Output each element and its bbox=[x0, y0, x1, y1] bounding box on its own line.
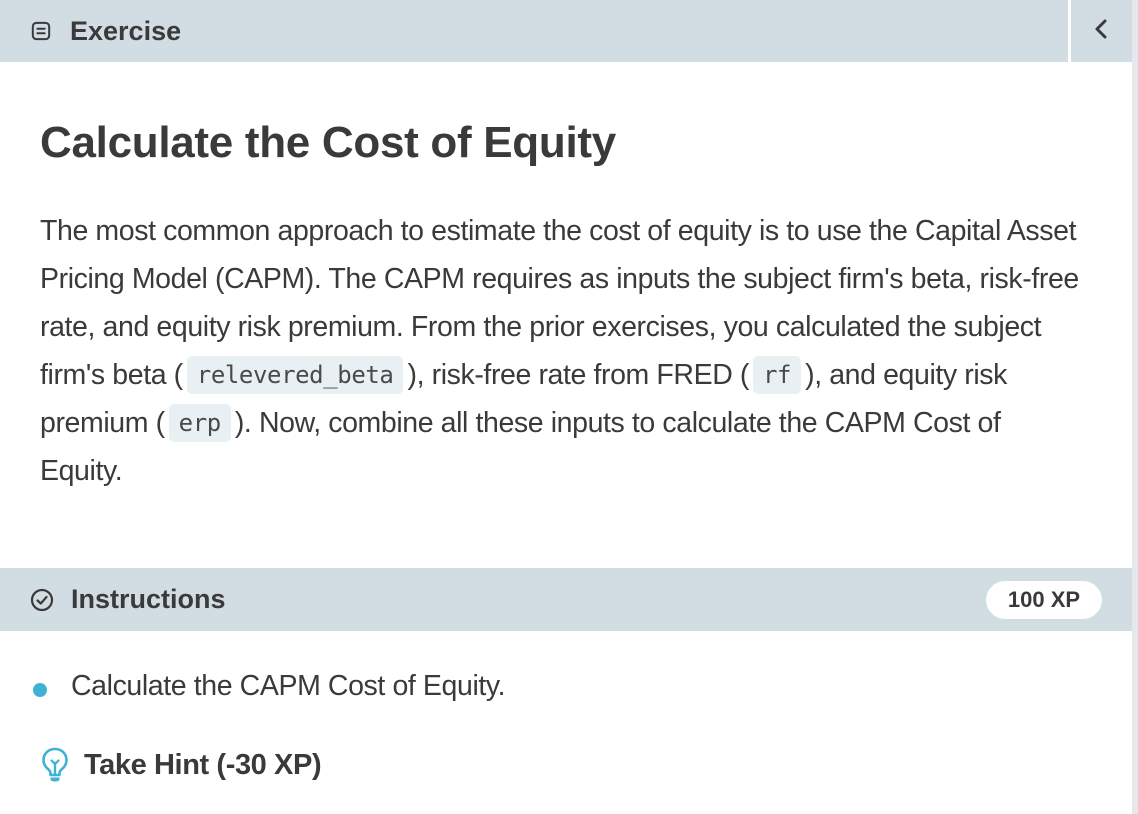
chevron-left-icon bbox=[1092, 17, 1112, 46]
document-icon bbox=[31, 21, 51, 41]
xp-badge: 100 XP bbox=[986, 581, 1102, 619]
exercise-title: Calculate the Cost of Equity bbox=[40, 118, 616, 167]
instructions-header: Instructions 100 XP bbox=[0, 568, 1132, 631]
lightbulb-icon bbox=[40, 746, 70, 784]
instructions-label: Instructions bbox=[71, 584, 226, 614]
scrollbar-track[interactable] bbox=[1132, 0, 1138, 814]
instruction-text: Calculate the CAPM Cost of Equity. bbox=[71, 670, 506, 702]
exercise-description: The most common approach to estimate the… bbox=[40, 207, 1090, 495]
bullet-icon bbox=[33, 683, 47, 697]
collapse-panel-button[interactable] bbox=[1071, 0, 1132, 62]
code-erp: erp bbox=[168, 404, 231, 442]
code-rf: rf bbox=[753, 356, 802, 394]
exercise-tab-label: Exercise bbox=[70, 15, 182, 46]
description-text: ), risk-free rate from FRED ( bbox=[407, 359, 749, 391]
check-circle-icon bbox=[30, 588, 54, 612]
exercise-header: Exercise bbox=[0, 0, 1068, 62]
take-hint-button[interactable]: Take Hint (-30 XP) bbox=[40, 746, 322, 784]
exercise-panel: Exercise Calculate the Cost of Equity Th… bbox=[0, 0, 1138, 814]
code-relevered-beta: relevered_beta bbox=[186, 356, 404, 394]
take-hint-label: Take Hint (-30 XP) bbox=[84, 748, 322, 781]
